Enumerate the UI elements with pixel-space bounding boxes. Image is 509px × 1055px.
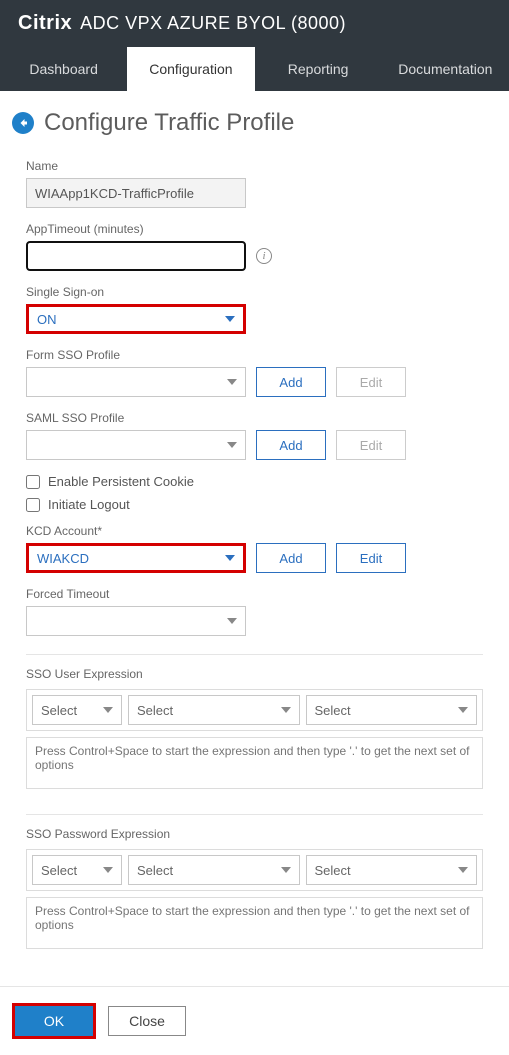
kcd-edit-button[interactable]: Edit [336, 543, 406, 573]
chevron-down-icon [281, 707, 291, 713]
kcd-add-button[interactable]: Add [256, 543, 326, 573]
forced-timeout-select[interactable] [26, 606, 246, 636]
apptimeout-input[interactable] [26, 241, 246, 271]
tab-configuration[interactable]: Configuration [127, 47, 254, 91]
sso-pwd-expr-select-3[interactable]: Select [306, 855, 478, 885]
chevron-down-icon [227, 442, 237, 448]
chevron-down-icon [103, 707, 113, 713]
apptimeout-label: AppTimeout (minutes) [26, 222, 483, 236]
sso-user-expr-input[interactable] [26, 737, 483, 789]
brand-label: Citrix [18, 12, 72, 35]
chevron-down-icon [103, 867, 113, 873]
app-header: Citrix ADC VPX AZURE BYOL (8000) [0, 0, 509, 47]
arrow-left-icon [17, 117, 29, 129]
forced-timeout-label: Forced Timeout [26, 587, 483, 601]
saml-sso-select[interactable] [26, 430, 246, 460]
chevron-down-icon [458, 867, 468, 873]
name-label: Name [26, 159, 483, 173]
chevron-down-icon [225, 555, 235, 561]
chevron-down-icon [225, 316, 235, 322]
chevron-down-icon [458, 707, 468, 713]
chevron-down-icon [281, 867, 291, 873]
info-icon[interactable]: i [256, 248, 272, 264]
persistent-cookie-label: Enable Persistent Cookie [48, 474, 194, 489]
sso-pwd-expr-select-2[interactable]: Select [128, 855, 300, 885]
form-sso-edit-button: Edit [336, 367, 406, 397]
sso-user-expr-select-1[interactable]: Select [32, 695, 122, 725]
close-button[interactable]: Close [108, 1006, 186, 1036]
tab-reporting[interactable]: Reporting [255, 47, 382, 91]
sso-select[interactable]: ON [26, 304, 246, 334]
sso-user-expr-select-2[interactable]: Select [128, 695, 300, 725]
sso-label: Single Sign-on [26, 285, 483, 299]
form-sso-label: Form SSO Profile [26, 348, 483, 362]
kcd-label: KCD Account* [26, 524, 483, 538]
product-label: ADC VPX AZURE BYOL (8000) [80, 13, 346, 34]
page-title: Configure Traffic Profile [44, 109, 294, 137]
sso-user-expr-select-3[interactable]: Select [306, 695, 478, 725]
tab-documentation[interactable]: Documentation [382, 47, 509, 91]
kcd-select[interactable]: WIAKCD [26, 543, 246, 573]
main-tabs: Dashboard Configuration Reporting Docume… [0, 47, 509, 91]
chevron-down-icon [227, 379, 237, 385]
sso-pwd-expr-input[interactable] [26, 897, 483, 949]
saml-sso-label: SAML SSO Profile [26, 411, 483, 425]
saml-sso-add-button[interactable]: Add [256, 430, 326, 460]
sso-pwd-expr-select-1[interactable]: Select [32, 855, 122, 885]
ok-button[interactable]: OK [15, 1006, 93, 1036]
saml-sso-edit-button: Edit [336, 430, 406, 460]
sso-pwd-expr-label: SSO Password Expression [26, 814, 483, 841]
initiate-logout-checkbox[interactable] [26, 498, 40, 512]
name-input[interactable] [26, 178, 246, 208]
sso-value: ON [37, 312, 57, 327]
form-sso-add-button[interactable]: Add [256, 367, 326, 397]
back-button[interactable] [12, 112, 34, 134]
chevron-down-icon [227, 618, 237, 624]
kcd-value: WIAKCD [37, 551, 89, 566]
initiate-logout-label: Initiate Logout [48, 497, 130, 512]
tab-dashboard[interactable]: Dashboard [0, 47, 127, 91]
sso-user-expr-label: SSO User Expression [26, 654, 483, 681]
form-sso-select[interactable] [26, 367, 246, 397]
persistent-cookie-checkbox[interactable] [26, 475, 40, 489]
